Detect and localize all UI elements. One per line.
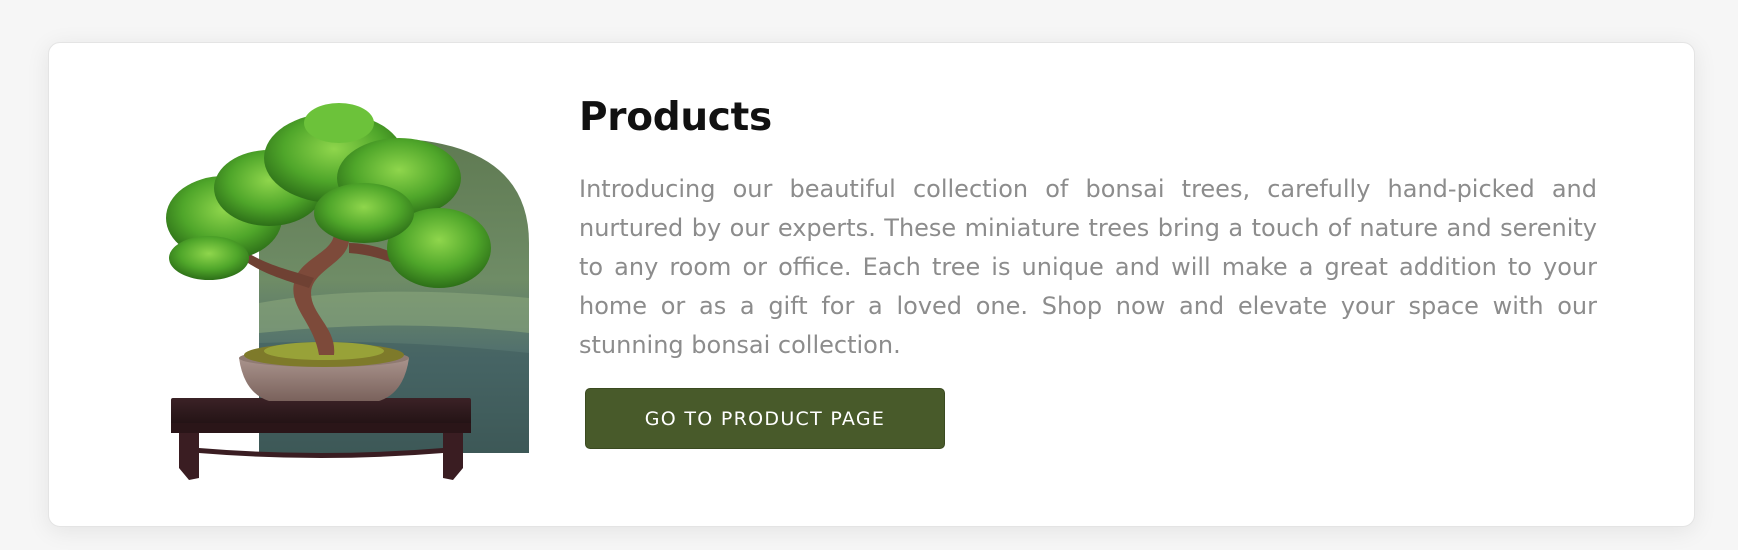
section-title: Products [579, 95, 772, 140]
section-description: Introducing our beautiful collection of … [579, 174, 1597, 359]
bonsai-tree-image [149, 93, 529, 483]
product-card: Products Introducing our beautiful colle… [48, 42, 1695, 527]
go-to-product-page-button[interactable]: GO TO PRODUCT PAGE [585, 388, 945, 449]
product-content: Products Introducing our beautiful colle… [579, 95, 1597, 365]
